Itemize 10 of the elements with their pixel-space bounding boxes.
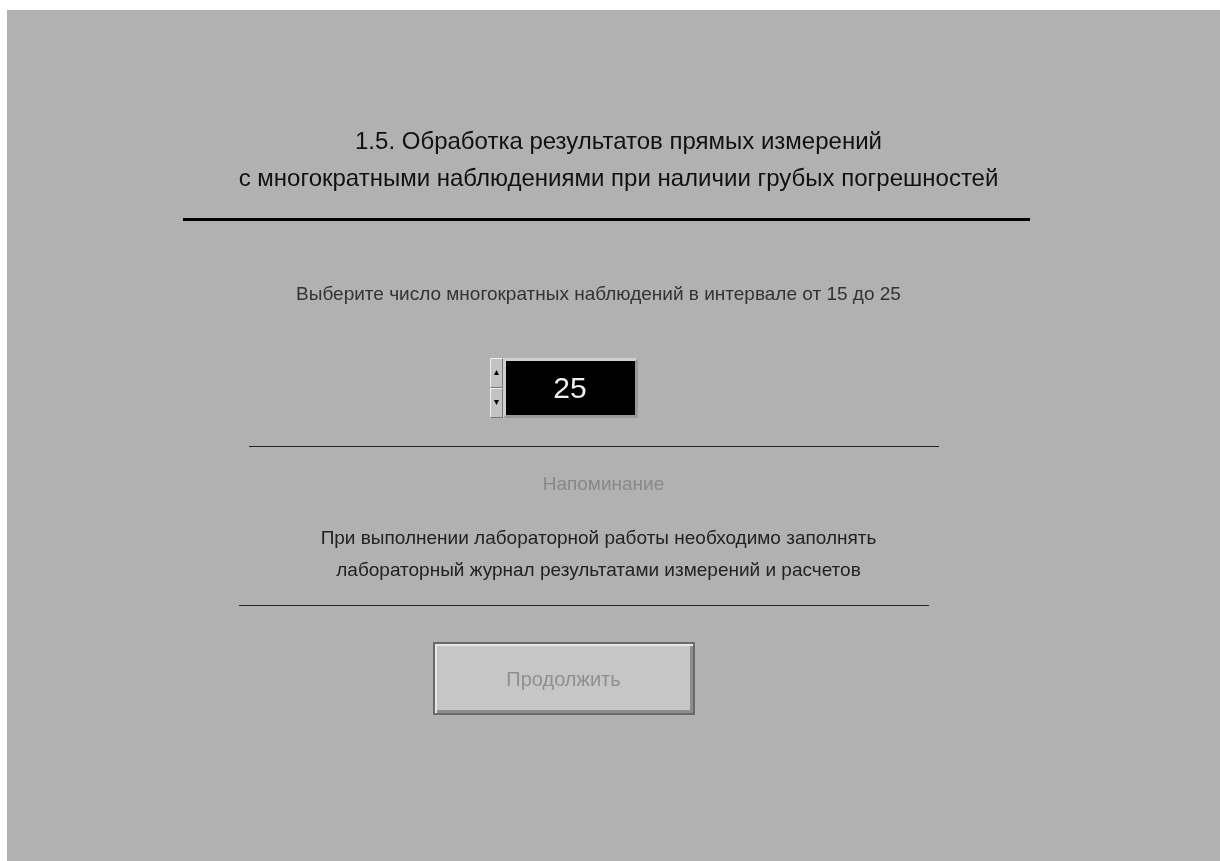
count-field[interactable]: 25 (502, 357, 638, 418)
title-line: 1.5. Обработка результатов прямых измерений (354, 126, 883, 156)
instruction-text: Выберите число многократных наблюдений в интервале от 15 до 25 (296, 282, 901, 306)
down-arrow-icon (493, 400, 499, 405)
title-line: с многократными наблюдениями при наличии грубых погрешностей (238, 163, 999, 193)
reminder-text: лабораторный журнал результатами измерений и расчетов (335, 558, 862, 582)
reminder-text: При выполнении лабораторной работы необходимо заполнять (320, 526, 877, 550)
increment-button[interactable] (489, 357, 503, 388)
up-arrow-icon (493, 370, 499, 375)
decrement-button[interactable] (489, 387, 503, 418)
